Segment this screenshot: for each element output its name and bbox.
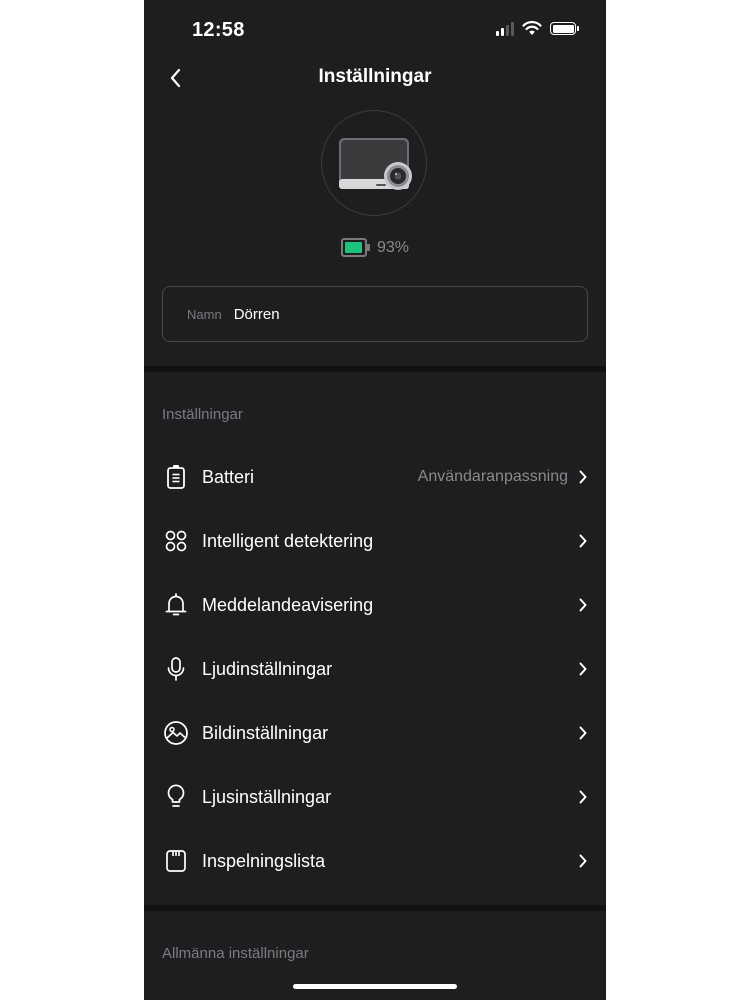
menu-item-audio-settings[interactable]: Ljudinställningar (144, 637, 606, 701)
wifi-icon (522, 21, 542, 35)
microphone-icon (162, 655, 190, 683)
home-indicator[interactable] (293, 984, 457, 989)
menu-item-notifications[interactable]: Meddelandeavisering (144, 573, 606, 637)
battery-icon (162, 463, 190, 491)
device-image (321, 110, 427, 216)
status-battery-icon (550, 22, 579, 35)
status-time: 12:58 (192, 19, 245, 41)
general-section-title: Allmänna inställningar (162, 945, 309, 962)
settings-section-title: Inställningar (162, 406, 243, 423)
bell-icon (162, 591, 190, 619)
chevron-right-icon (576, 467, 590, 487)
section-divider (144, 366, 606, 372)
chevron-right-icon (576, 787, 590, 807)
page-title: Inställningar (318, 66, 432, 87)
menu-item-image-settings[interactable]: Bildinställningar (144, 701, 606, 765)
name-value: Dörren (233, 305, 280, 323)
menu-item-label: Inspelningslista (202, 850, 326, 871)
doorbell-device-icon (339, 138, 412, 190)
chevron-right-icon (576, 659, 590, 679)
menu-item-recording-list[interactable]: Inspelningslista (144, 829, 606, 893)
battery-level-fill (344, 242, 362, 253)
chevron-right-icon (576, 531, 590, 551)
menu-item-intelligent-detection[interactable]: Intelligent detektering (144, 509, 606, 573)
device-name-field[interactable]: Namn Dörren (162, 286, 588, 342)
name-label: Namn (187, 306, 222, 322)
settings-list: Batteri Användaranpassning Intelligent d… (144, 445, 606, 893)
grid-circles-icon (162, 527, 190, 555)
menu-item-light-settings[interactable]: Ljusinställningar (144, 765, 606, 829)
device-battery: 93% (144, 238, 606, 257)
device-battery-icon (340, 238, 370, 257)
menu-item-battery[interactable]: Batteri Användaranpassning (144, 445, 606, 509)
menu-item-label: Bildinställningar (202, 722, 329, 743)
cellular-signal-icon (496, 21, 514, 36)
chevron-right-icon (576, 595, 590, 615)
lightbulb-icon (162, 783, 190, 811)
menu-item-value: Användaranpassning (417, 468, 568, 485)
sd-card-icon (162, 847, 190, 875)
status-icons (496, 21, 579, 36)
battery-percentage: 93% (376, 238, 410, 256)
phone-screen: 12:58 Inställningar 93% Namn Dörren Inst… (144, 0, 606, 1000)
menu-item-label: Ljusinställningar (202, 786, 332, 807)
chevron-right-icon (576, 851, 590, 871)
menu-item-label: Batteri (202, 466, 255, 487)
menu-item-label: Ljudinställningar (202, 658, 333, 679)
menu-item-label: Meddelandeavisering (202, 594, 374, 615)
image-icon (162, 719, 190, 747)
menu-item-label: Intelligent detektering (202, 530, 374, 551)
section-divider (144, 905, 606, 911)
chevron-right-icon (576, 723, 590, 743)
